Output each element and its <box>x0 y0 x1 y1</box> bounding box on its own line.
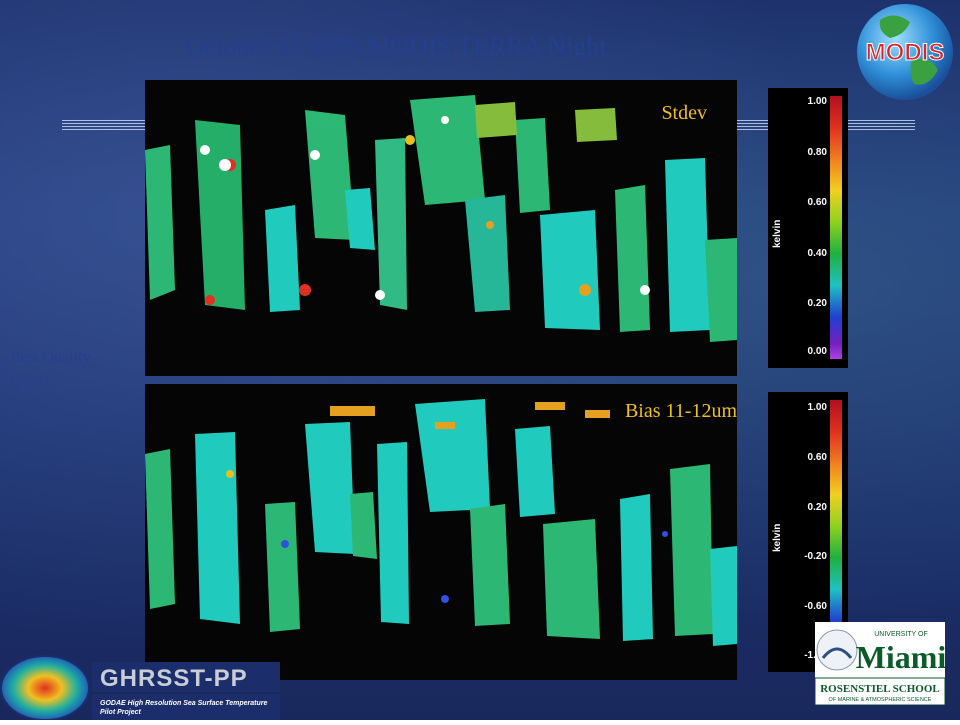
bias-unit-label: kelvin <box>772 523 783 552</box>
bias-tick: 0.20 <box>807 502 827 513</box>
slide-title: October 31 2005 MODIS TERRA Night <box>186 32 607 61</box>
bias-tick: -0.60 <box>804 601 827 612</box>
quality-line-2: QL=0 <box>10 372 49 389</box>
bias-tick: 1.00 <box>807 402 827 413</box>
bias-label: Bias 11-12um <box>624 400 737 422</box>
stdev-tick: 0.60 <box>807 197 827 208</box>
modis-logo-text: MODIS <box>866 39 945 66</box>
ghrsst-tagline-1: GODAE High Resolution Sea Surface Temper… <box>100 700 267 707</box>
miami-name: Miami <box>856 639 945 675</box>
stdev-label: Stdev <box>661 102 707 124</box>
bias-map <box>145 399 737 646</box>
stdev-tick: 0.20 <box>807 298 827 309</box>
stdev-tick: 0.40 <box>807 248 827 259</box>
bias-tick: 0.60 <box>807 452 827 463</box>
miami-university: UNIVERSITY OF <box>874 631 928 638</box>
stdev-color-ramp <box>830 96 842 359</box>
ghrsst-tagline-2: Pilot Project <box>100 709 142 716</box>
stdev-colorbar: 1.00 0.80 0.60 0.40 0.20 0.00 kelvin <box>768 88 848 368</box>
modis-logo: MODIS <box>850 0 960 110</box>
stdev-map <box>145 95 737 342</box>
miami-logo: UNIVERSITY OF Miami ROSENSTIEL SCHOOL OF… <box>814 622 946 706</box>
quality-line-1: Best Quality <box>10 349 91 366</box>
stdev-unit-label: kelvin <box>772 219 783 248</box>
stdev-tick: 0.00 <box>807 346 827 357</box>
miami-school: ROSENSTIEL SCHOOL <box>820 683 940 695</box>
bias-tick: -0.20 <box>804 551 827 562</box>
stdev-map-panel: Stdev <box>145 80 737 376</box>
bias-map-panel: Bias 11-12um <box>145 384 737 680</box>
quality-note: Best Quality QL=0 <box>10 346 90 392</box>
ghrsst-logo: GHRSST-PP GODAE High Resolution Sea Surf… <box>0 650 280 721</box>
miami-school-sub: OF MARINE & ATMOSPHERIC SCIENCE <box>829 697 932 703</box>
stdev-tick: 0.80 <box>807 147 827 158</box>
stdev-tick: 1.00 <box>807 96 827 107</box>
ghrsst-name: GHRSST-PP <box>100 665 248 692</box>
